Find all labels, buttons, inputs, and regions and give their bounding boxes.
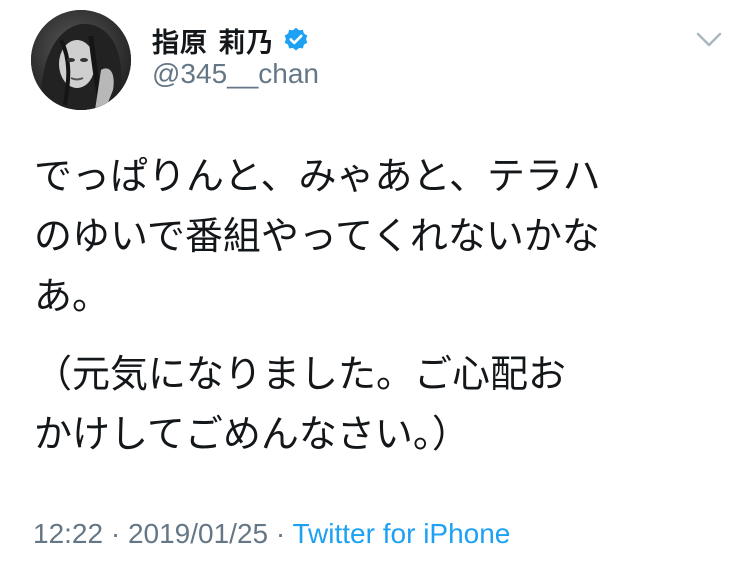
tweet-card: 指原 莉乃 @345__chan でっぱりんと、みゃあと、テラハ のゆいで番組や… <box>0 0 750 567</box>
meta-separator: · <box>268 518 293 549</box>
tweet-text: でっぱりんと、みゃあと、テラハ のゆいで番組やってくれないかな あ。 （元気にな… <box>34 146 734 464</box>
meta-separator: · <box>103 518 128 549</box>
tweet-time[interactable]: 12:22 <box>33 518 103 549</box>
tweet-date[interactable]: 2019/01/25 <box>128 518 268 549</box>
tweet-meta: 12:22 · 2019/01/25 · Twitter for iPhone <box>33 518 510 550</box>
name-row: 指原 莉乃 <box>152 20 310 60</box>
tweet-source-link[interactable]: Twitter for iPhone <box>293 518 511 549</box>
avatar[interactable] <box>31 10 131 110</box>
verified-badge-icon <box>282 26 310 54</box>
user-handle[interactable]: @345__chan <box>152 58 319 90</box>
display-name[interactable]: 指原 莉乃 <box>152 21 274 60</box>
chevron-down-icon[interactable] <box>694 30 724 50</box>
tweet-paragraph: （元気になりました。ご心配お かけしてごめんなさい。） <box>34 352 567 456</box>
tweet-paragraph: でっぱりんと、みゃあと、テラハ のゆいで番組やってくれないかな あ。 <box>34 154 601 318</box>
